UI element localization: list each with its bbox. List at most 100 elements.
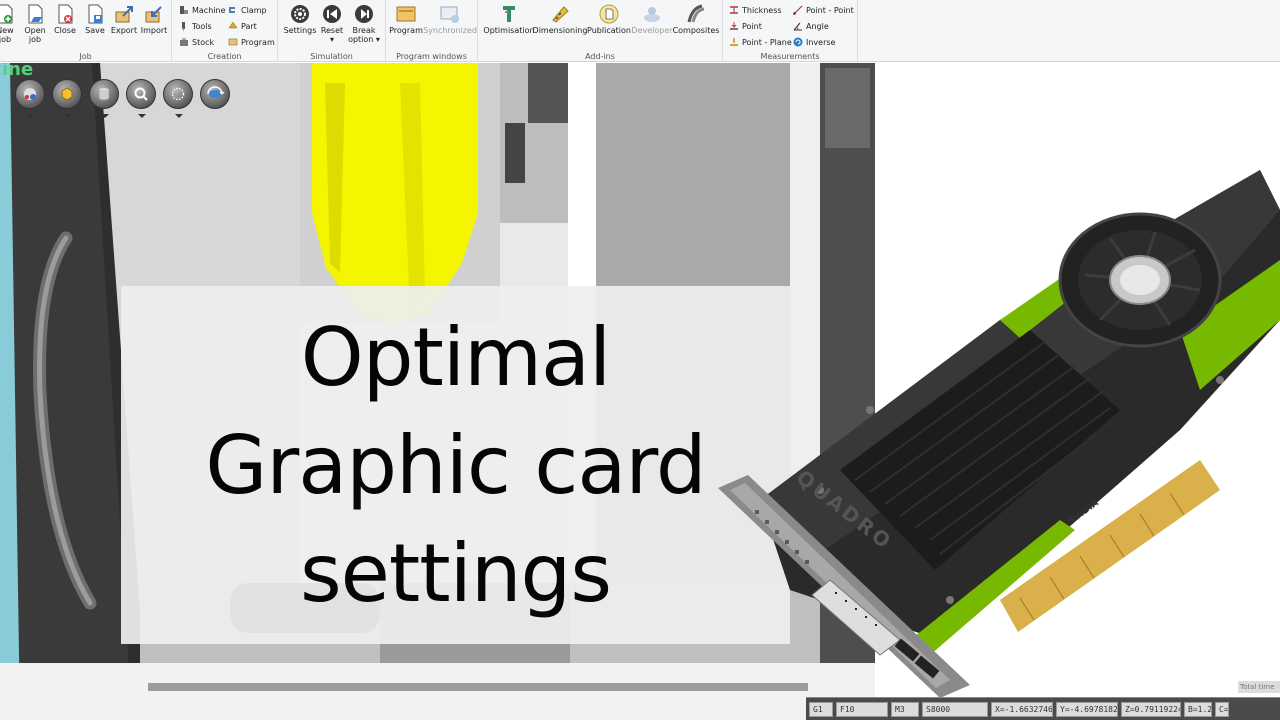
point-point-button[interactable]: Point - Point	[793, 5, 854, 15]
optimisation-icon	[503, 6, 515, 22]
settings-button[interactable]: Settings	[282, 4, 318, 35]
dimensioning-label: Dimensioning	[532, 26, 588, 35]
status-g-code: G1	[809, 701, 833, 717]
point-plane-button[interactable]: Point - Plane	[729, 37, 792, 47]
dimensioning-button[interactable]: Dimensioning	[532, 4, 588, 35]
open-job-button[interactable]: Open job	[22, 4, 48, 44]
selection-button[interactable]	[163, 79, 193, 118]
status-y-coordinate: Y=-4.69781829	[1056, 701, 1118, 717]
group-label-program-windows: Program windows	[396, 52, 467, 61]
chevron-down-icon[interactable]	[64, 114, 72, 118]
save-button[interactable]: Save	[82, 4, 108, 35]
stock-icon	[180, 38, 188, 46]
new-job-button[interactable]: New job	[0, 4, 18, 44]
logo-fragment: ine	[2, 63, 34, 80]
point-point-label: Point - Point	[806, 5, 854, 15]
close-document-icon	[58, 4, 73, 24]
developer-label: Developer	[631, 26, 673, 35]
import-label: Import	[140, 26, 168, 35]
total-time-label: Total time	[1238, 681, 1280, 693]
synchronized-button[interactable]: Synchronized	[423, 4, 477, 35]
program-window-label: Program	[389, 26, 423, 35]
group-label-measurements: Measurements	[760, 52, 820, 61]
view-orientation-button[interactable]	[15, 79, 45, 118]
title-line-settings: settings	[299, 527, 612, 620]
reset-button[interactable]: Reset ▾	[318, 4, 346, 44]
export-label: Export	[110, 26, 138, 35]
composites-label: Composites	[672, 26, 720, 35]
point-button[interactable]: Point	[729, 21, 762, 31]
solid-cube-icon	[61, 87, 73, 101]
group-label-addins: Add-ins	[585, 52, 615, 61]
program-icon	[228, 38, 238, 46]
break-option-button[interactable]: Break option ▾	[346, 4, 382, 44]
publication-label: Publication	[587, 26, 631, 35]
developer-button[interactable]: Developer	[631, 4, 673, 35]
point-label: Point	[742, 21, 762, 31]
stock-label: Stock	[192, 37, 215, 47]
ribbon-group-simulation: Settings Reset ▾ Break option ▾ Simulati…	[278, 0, 386, 62]
new-job-label: New job	[0, 26, 14, 44]
optimisation-label: Optimisation	[483, 26, 535, 35]
program-window-button[interactable]: Program	[388, 4, 424, 35]
ribbon-group-program-windows: Program Synchronized Program windows	[386, 0, 478, 62]
view-cube-icon	[24, 88, 36, 100]
import-button[interactable]: Import	[141, 4, 167, 35]
chevron-down-icon[interactable]	[27, 114, 35, 118]
developer-icon	[644, 7, 660, 22]
angle-button[interactable]: Angle	[793, 21, 829, 31]
inverse-icon	[793, 37, 803, 47]
tools-button[interactable]: Tools	[179, 21, 212, 31]
display-layers-button[interactable]	[89, 79, 119, 118]
application-window: New job Open job Close Save Export Impor…	[0, 0, 1280, 720]
clamp-button[interactable]: Clamp	[228, 5, 267, 15]
composites-button[interactable]: Composites	[672, 4, 720, 35]
close-label: Close	[54, 26, 76, 35]
program-creation-button[interactable]: Program	[228, 37, 275, 47]
clamp-icon	[229, 7, 235, 13]
ribbon-group-creation: Machine Clamp Tools Part Stock Program C…	[172, 0, 278, 62]
settings-label: Settings	[283, 26, 317, 35]
point-point-icon	[793, 5, 803, 15]
tools-label: Tools	[192, 21, 212, 31]
status-c-axis: C=0	[1215, 701, 1229, 717]
part-button[interactable]: Part	[228, 21, 257, 31]
tools-icon	[182, 22, 185, 31]
zoom-button[interactable]	[126, 79, 156, 118]
shading-mode-button[interactable]	[52, 79, 82, 118]
part-icon	[228, 21, 238, 29]
inverse-button[interactable]: Inverse	[793, 37, 835, 47]
optimisation-button[interactable]: Optimisation	[482, 4, 536, 35]
chevron-down-icon[interactable]	[138, 114, 146, 118]
reset-label: Reset ▾	[320, 26, 344, 44]
synchronized-label: Synchronized	[423, 26, 477, 35]
publication-icon	[599, 4, 619, 24]
title-line-optimal: Optimal	[300, 311, 612, 404]
angle-label: Angle	[806, 21, 829, 31]
close-button[interactable]: Close	[52, 4, 78, 35]
stock-button[interactable]: Stock	[179, 37, 214, 47]
ribbon-group-measurements: Thickness Point - Point Point Angle Poin…	[723, 0, 858, 62]
program-label: Program	[241, 37, 275, 47]
graphics-card-image: QUADRO NVIDIA	[718, 170, 1280, 698]
publication-button[interactable]: Publication	[586, 4, 632, 35]
point-plane-icon	[730, 38, 738, 46]
rotate-view-button[interactable]	[200, 79, 230, 109]
new-document-icon	[0, 4, 13, 24]
import-icon	[145, 6, 162, 23]
clamp-label: Clamp	[241, 5, 267, 15]
inverse-label: Inverse	[806, 37, 836, 47]
gear-icon	[291, 5, 309, 23]
point-plane-label: Point - Plane	[742, 37, 792, 47]
chevron-down-icon[interactable]	[101, 114, 109, 118]
export-button[interactable]: Export	[111, 4, 137, 35]
part-label: Part	[241, 21, 257, 31]
machine-button[interactable]: Machine	[179, 5, 226, 15]
export-icon	[115, 6, 133, 23]
magnifier-icon	[134, 87, 148, 101]
thickness-button[interactable]: Thickness	[729, 5, 782, 15]
program-window-icon	[396, 6, 416, 22]
chevron-down-icon[interactable]	[175, 114, 183, 118]
status-bar: G1 F10 M3 S8000 X=-1.66327468 Y=-4.69781…	[806, 697, 1280, 720]
dotted-circle-icon	[171, 87, 185, 101]
